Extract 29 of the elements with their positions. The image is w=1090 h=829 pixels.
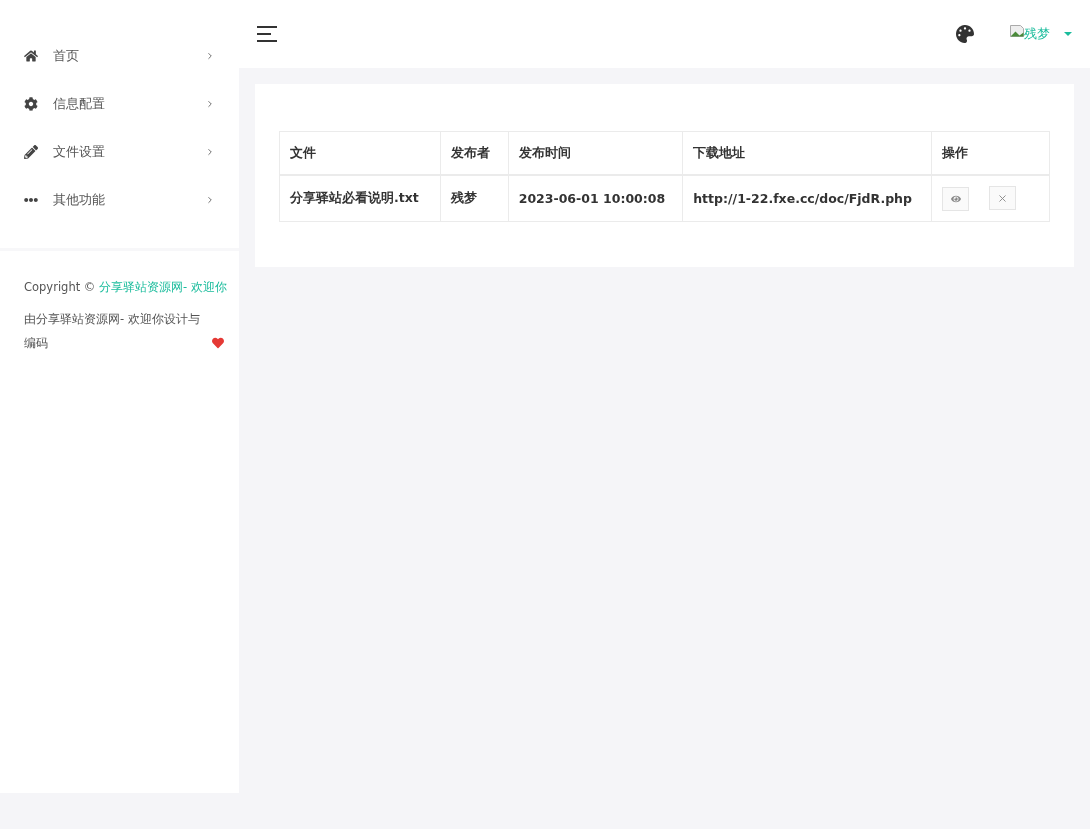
column-header: 文件: [279, 131, 441, 175]
column-header: 发布者: [440, 131, 509, 175]
close-icon: [997, 192, 1009, 204]
menu-item[interactable]: 首页: [0, 32, 239, 80]
column-header: 发布时间: [508, 131, 683, 175]
table-cell: 2023-06-01 10:00:08: [508, 175, 683, 222]
table-cell: 残梦: [440, 175, 509, 222]
menu-item[interactable]: 文件设置: [0, 128, 239, 176]
home-icon: [24, 49, 38, 63]
chevron-icon: [205, 147, 215, 157]
column-header: 操作: [931, 131, 1050, 175]
settings-icon: [24, 97, 38, 111]
chevron-icon: [205, 99, 215, 109]
chevron-icon: [205, 51, 215, 61]
table-cell: http://1-22.fxe.cc/doc/FjdR.php: [682, 175, 932, 222]
chevron-icon: [205, 195, 215, 205]
menu-icon[interactable]: [257, 26, 277, 42]
menu-item[interactable]: 信息配置: [0, 80, 239, 128]
heart-icon: [212, 337, 224, 349]
view-button[interactable]: [942, 186, 970, 211]
pencil-icon: [24, 145, 38, 159]
column-header: 下载地址: [682, 131, 932, 175]
credit-text: 由分享驿站资源网- 欢迎你设计与编码: [24, 311, 201, 352]
copyright-text: Copyright ©: [24, 280, 97, 294]
table-cell: 分享驿站必看说明.txt: [279, 175, 441, 222]
palette-icon[interactable]: [956, 25, 974, 43]
broken-image-icon: [1010, 25, 1024, 37]
eye-icon: [950, 193, 961, 204]
menu-item[interactable]: 其他功能: [0, 176, 239, 224]
